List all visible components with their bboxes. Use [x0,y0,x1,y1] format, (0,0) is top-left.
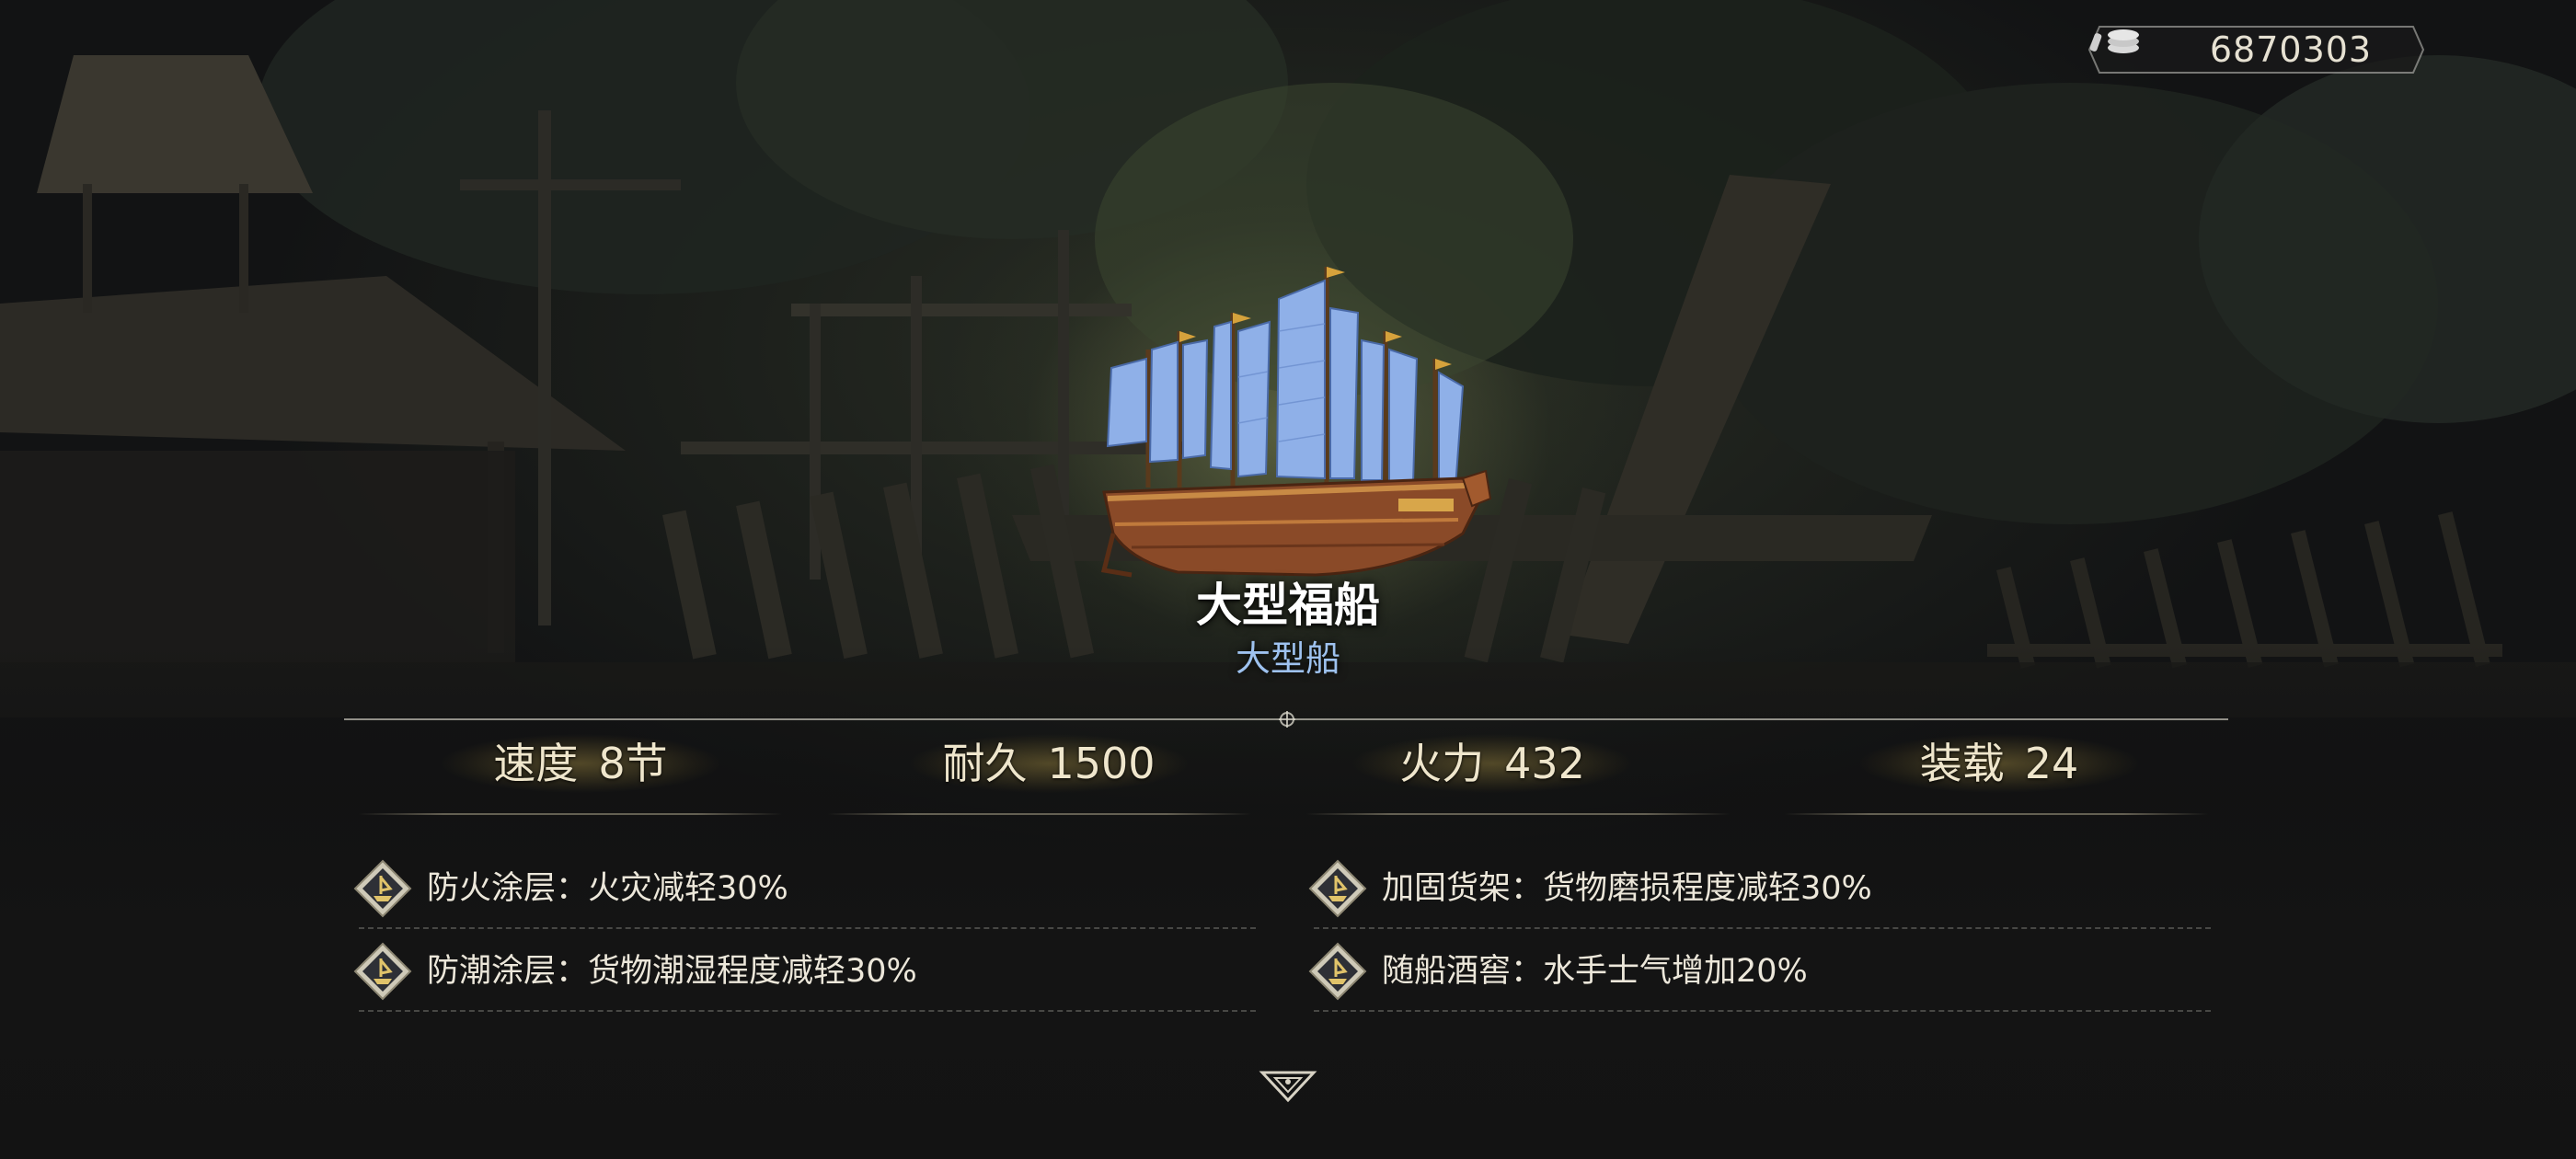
feature-text: 防火涂层：火灾减轻30% [427,870,788,907]
stat-firepower: 火力 432 [1271,731,1713,796]
stat-label: 速度 [493,739,579,788]
currency-amount: 6870303 [2209,29,2373,70]
stat-value: 1500 [1047,739,1156,788]
ship-illustration [1100,267,1492,578]
section-divider [344,711,2228,728]
feature-text: 加固货架：货物磨损程度减轻30% [1382,870,1872,907]
ship-name: 大型福船 [1196,579,1380,632]
feature-item: 加固货架：货物磨损程度减轻30% [1308,846,2214,929]
feature-item: 防潮涂层：货物潮湿程度减轻30% [353,929,1259,1012]
stat-value: 432 [1504,739,1585,788]
stat-value: 24 [2024,739,2079,788]
stat-label: 装载 [1919,739,2005,788]
stat-underline [1306,813,1730,815]
stat-value: 8节 [598,739,668,788]
dashed-separator [1314,1010,2211,1012]
ship-upgrade-icon [353,859,412,918]
ship-type: 大型船 [1235,638,1340,679]
feature-item: 防火涂层：火灾减轻30% [353,846,1259,929]
stat-underline [828,813,1251,815]
feature-text: 防潮涂层：货物潮湿程度减轻30% [427,953,917,990]
stat-durability: 耐久 1500 [828,731,1270,796]
feature-text: 随船酒窖：水手士气增加20% [1382,953,1808,990]
dashed-separator [359,1010,1256,1012]
stat-label: 耐久 [942,739,1028,788]
ship-upgrade-icon [353,942,412,1001]
stat-underline [1785,813,2208,815]
ship-upgrade-icon [1308,859,1367,918]
stat-cargo: 装载 24 [1778,731,2220,796]
stat-underline [359,813,782,815]
stat-label: 火力 [1399,739,1485,788]
feature-item: 随船酒窖：水手士气增加20% [1308,929,2214,1012]
ship-upgrade-icon [1308,942,1367,1001]
currency-display: 6870303 [2088,26,2424,74]
silver-coin-icon [2089,29,2139,53]
chevron-down-icon[interactable] [1259,1067,1317,1104]
game-screen: 6870303 大型福船 大型船 速度 8节 耐久 1500 火力 432 装载… [0,0,2576,1159]
stat-speed: 速度 8节 [360,731,801,796]
